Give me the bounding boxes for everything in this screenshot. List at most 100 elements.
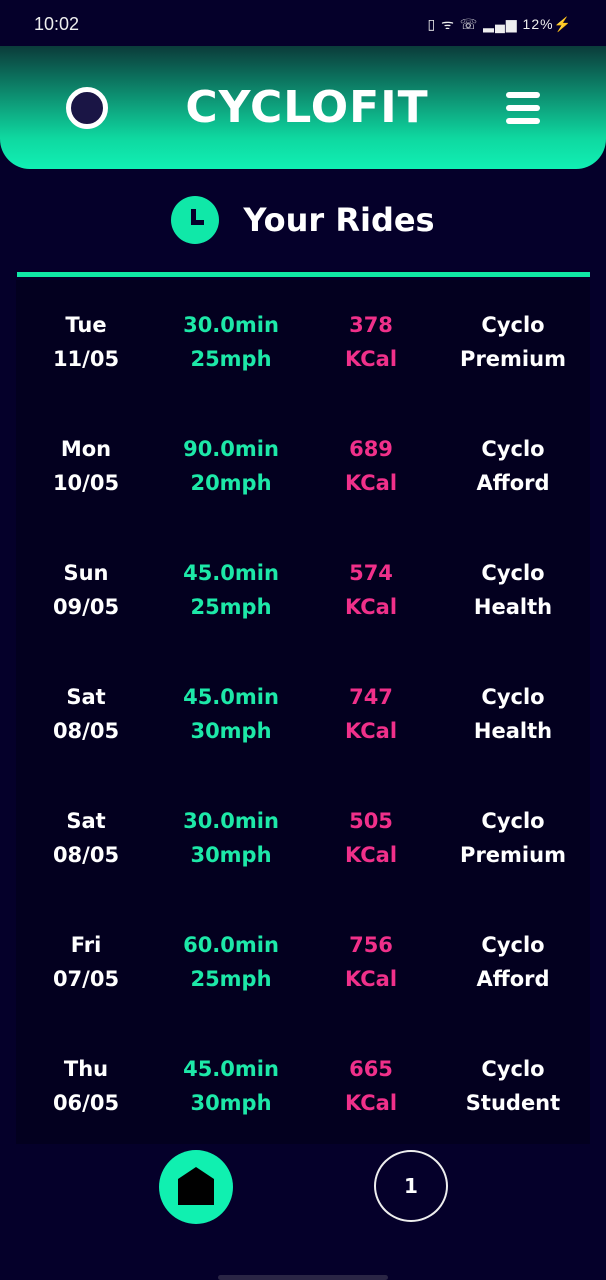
ride-calories: 574 KCal — [306, 556, 436, 652]
ride-row[interactable]: Tue 11/05 30.0min 25mph 378 KCal Cyclo Premi… — [16, 280, 590, 404]
ride-kcal: 747 — [349, 685, 393, 709]
ride-calories: 665 KCal — [306, 1052, 436, 1148]
ride-date: Sat 08/05 — [16, 680, 156, 776]
ride-speed: 25mph — [190, 595, 272, 619]
ride-calories: 378 KCal — [306, 308, 436, 404]
section-title: Your Rides — [243, 201, 435, 239]
ride-row[interactable]: Sat 08/05 30.0min 30mph 505 KCal Cyclo Premi… — [16, 776, 590, 900]
ride-date: Tue 11/05 — [16, 308, 156, 404]
ride-row[interactable]: Mon 10/05 90.0min 20mph 689 KCal Cyclo Affor… — [16, 404, 590, 528]
clock-time: 10:02 — [34, 13, 80, 34]
status-bar: 10:02 ▯ ᯤ ☏ ▂▄▆ 12%⚡ — [0, 0, 606, 48]
ride-stats: 90.0min 20mph — [156, 432, 306, 528]
app-header: CYCLOFIT — [0, 46, 606, 169]
ride-stats: 45.0min 30mph — [156, 680, 306, 776]
ride-stats: 60.0min 25mph — [156, 928, 306, 1024]
ride-plan-name: Afford — [476, 471, 550, 495]
ride-plan: Cyclo Afford — [436, 928, 590, 1024]
ride-plan-brand: Cyclo — [481, 933, 545, 957]
rides-list[interactable]: Tue 11/05 30.0min 25mph 378 KCal Cyclo Premi… — [16, 280, 590, 1144]
ride-calories: 689 KCal — [306, 432, 436, 528]
ride-kcal: 574 — [349, 561, 393, 585]
ride-kcal: 689 — [349, 437, 393, 461]
ride-duration: 30.0min — [183, 809, 279, 833]
ride-speed: 25mph — [190, 967, 272, 991]
ride-kcal-unit: KCal — [344, 595, 398, 619]
section-header: Your Rides — [0, 196, 606, 244]
ride-row[interactable]: Thu 06/05 45.0min 30mph 665 KCal Cyclo Stude… — [16, 1024, 590, 1148]
ride-speed: 30mph — [190, 1091, 272, 1115]
ride-date-value: 11/05 — [52, 347, 120, 371]
ride-date-value: 09/05 — [52, 595, 120, 619]
ride-speed: 25mph — [190, 347, 272, 371]
ride-date: Sun 09/05 — [16, 556, 156, 652]
ride-plan: Cyclo Health — [436, 680, 590, 776]
ride-plan-name: Premium — [460, 347, 566, 371]
ride-duration: 30.0min — [183, 313, 279, 337]
ride-stats: 30.0min 25mph — [156, 308, 306, 404]
ride-date: Thu 06/05 — [16, 1052, 156, 1148]
ride-kcal: 505 — [349, 809, 393, 833]
divider — [17, 272, 590, 277]
ride-kcal-unit: KCal — [344, 967, 398, 991]
ride-speed: 30mph — [190, 719, 272, 743]
ride-date-value: 10/05 — [52, 471, 120, 495]
ride-day: Sun — [63, 561, 109, 585]
ride-day: Fri — [70, 933, 102, 957]
ride-date-value: 08/05 — [52, 843, 120, 867]
ride-duration: 60.0min — [183, 933, 279, 957]
clock-icon — [171, 196, 220, 244]
ride-row[interactable]: Sun 09/05 45.0min 25mph 574 KCal Cyclo Healt… — [16, 528, 590, 652]
status-icons: ▯ ᯤ ☏ ▂▄▆ 12%⚡ — [427, 15, 572, 32]
ride-duration: 45.0min — [183, 685, 279, 709]
ride-stats: 30.0min 30mph — [156, 804, 306, 900]
page-number-button[interactable]: 1 — [374, 1150, 448, 1222]
ride-kcal-unit: KCal — [344, 347, 398, 371]
ride-kcal-unit: KCal — [344, 471, 398, 495]
ride-stats: 45.0min 25mph — [156, 556, 306, 652]
ride-kcal: 756 — [349, 933, 393, 957]
ride-speed: 30mph — [190, 843, 272, 867]
profile-avatar[interactable] — [66, 86, 108, 129]
ride-row[interactable]: Fri 07/05 60.0min 25mph 756 KCal Cyclo Affor… — [16, 900, 590, 1024]
ride-date: Sat 08/05 — [16, 804, 156, 900]
ride-plan-brand: Cyclo — [481, 313, 545, 337]
ride-speed: 20mph — [190, 471, 272, 495]
ride-plan: Cyclo Afford — [436, 432, 590, 528]
app-title: CYCLOFIT — [185, 82, 429, 133]
ride-plan-brand: Cyclo — [481, 685, 545, 709]
ride-kcal: 378 — [349, 313, 393, 337]
ride-plan-name: Student — [465, 1091, 561, 1115]
ride-kcal-unit: KCal — [344, 719, 398, 743]
ride-plan-brand: Cyclo — [481, 437, 545, 461]
ride-day: Sat — [66, 809, 106, 833]
ride-plan-name: Premium — [460, 843, 566, 867]
ride-plan: Cyclo Student — [436, 1052, 590, 1148]
ride-stats: 45.0min 30mph — [156, 1052, 306, 1148]
ride-duration: 45.0min — [183, 561, 279, 585]
ride-kcal-unit: KCal — [344, 1091, 398, 1115]
ride-day: Mon — [60, 437, 112, 461]
ride-calories: 505 KCal — [306, 804, 436, 900]
ride-day: Tue — [65, 313, 107, 337]
home-button[interactable] — [159, 1150, 233, 1224]
ride-date-value: 07/05 — [52, 967, 120, 991]
ride-plan-name: Afford — [476, 967, 550, 991]
ride-duration: 90.0min — [183, 437, 279, 461]
home-icon — [178, 1167, 214, 1205]
ride-plan-name: Health — [473, 595, 553, 619]
ride-kcal-unit: KCal — [344, 843, 398, 867]
ride-plan-brand: Cyclo — [481, 561, 545, 585]
ride-row[interactable]: Sat 08/05 45.0min 30mph 747 KCal Cyclo Healt… — [16, 652, 590, 776]
ride-day: Sat — [66, 685, 106, 709]
ride-date-value: 06/05 — [52, 1091, 120, 1115]
ride-plan: Cyclo Premium — [436, 804, 590, 900]
hamburger-menu-icon[interactable] — [505, 91, 540, 124]
ride-plan-brand: Cyclo — [481, 809, 545, 833]
gesture-bar — [218, 1275, 388, 1280]
ride-day: Thu — [63, 1057, 109, 1081]
ride-calories: 747 KCal — [306, 680, 436, 776]
ride-kcal: 665 — [349, 1057, 393, 1081]
ride-plan: Cyclo Health — [436, 556, 590, 652]
ride-date: Mon 10/05 — [16, 432, 156, 528]
